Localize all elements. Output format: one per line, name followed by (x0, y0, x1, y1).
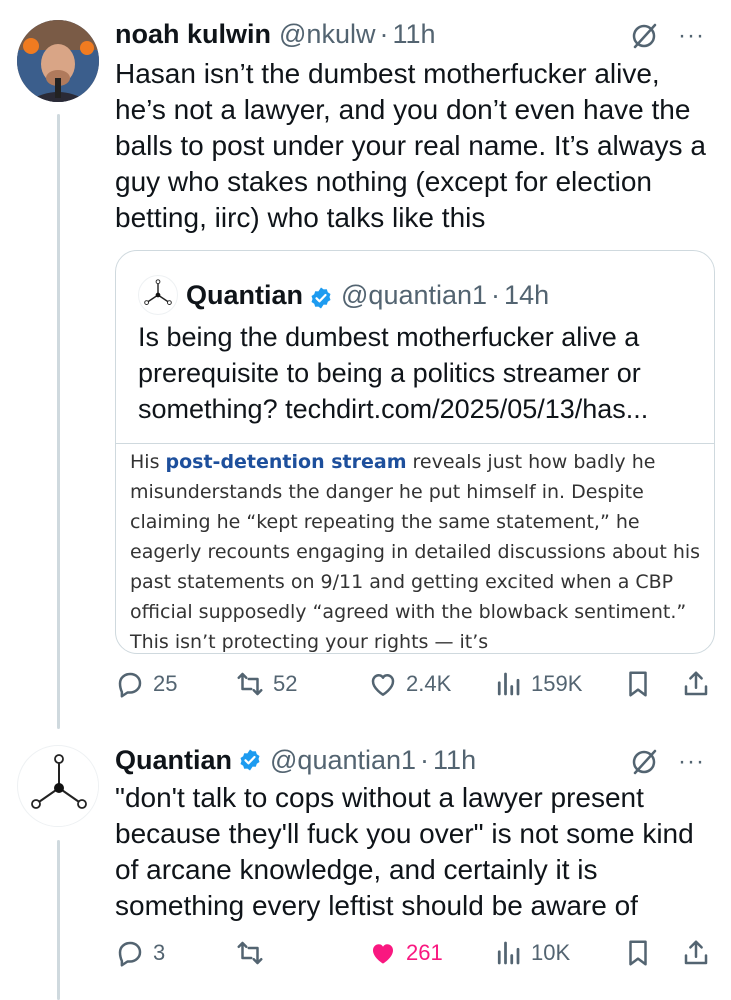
quote-header: Quantian @quantian1 · 14h (138, 275, 549, 315)
repost-count: 52 (273, 671, 298, 696)
author-name[interactable]: Quantian (115, 744, 232, 776)
reply-count: 3 (153, 940, 166, 965)
repost-button[interactable] (235, 933, 265, 973)
views-count: 10K (531, 940, 571, 965)
repost-icon (237, 672, 263, 696)
separator-dot: · (379, 19, 389, 49)
like-icon (371, 674, 395, 696)
quote-text: Is being the dumbest motherfucker alive … (138, 322, 649, 424)
article-text: reveals just how badly he misunderstands… (130, 451, 701, 653)
tweet-text: Hasan isn’t the dumbest motherfucker ali… (115, 58, 706, 233)
article-prefix: His (130, 451, 166, 473)
views-button[interactable]: 159K (493, 664, 582, 704)
thread-line-bottom (57, 840, 60, 1000)
verified-icon (240, 749, 260, 771)
avatar[interactable] (17, 20, 99, 102)
grok-icon[interactable] (630, 22, 658, 50)
repost-icon (237, 941, 263, 965)
like-count: 2.4K (406, 671, 452, 696)
more-icon[interactable]: ··· (678, 750, 705, 774)
quote-author-handle[interactable]: @quantian1 (341, 280, 487, 311)
article-divider (116, 443, 714, 444)
tweet-header: noah kulwin @nkulw · 11h (115, 18, 436, 50)
views-count: 159K (531, 671, 583, 696)
like-icon (373, 944, 393, 964)
avatar-logo (19, 747, 98, 826)
bookmark-icon (629, 671, 647, 697)
views-icon (497, 672, 520, 696)
bookmark-icon (629, 940, 647, 966)
tweet-header: Quantian @quantian1 · 11h (115, 744, 476, 776)
article-excerpt[interactable]: His post-detention stream reveals just h… (130, 447, 705, 653)
author-handle[interactable]: @nkulw (279, 18, 375, 50)
bookmark-button[interactable] (623, 664, 653, 704)
quote-avatar[interactable] (138, 275, 178, 315)
quote-author-name[interactable]: Quantian (186, 280, 303, 311)
reply-icon (118, 672, 142, 698)
avatar-photo (17, 20, 99, 102)
views-button[interactable]: 10K (493, 933, 570, 973)
views-icon (497, 941, 520, 965)
author-handle[interactable]: @quantian1 (270, 744, 416, 776)
reply-button[interactable]: 3 (115, 933, 165, 973)
share-button[interactable] (681, 933, 711, 973)
tweet-text: "don't talk to cops without a lawyer pre… (115, 782, 694, 921)
like-button[interactable]: 261 (368, 933, 443, 973)
share-icon (684, 671, 708, 696)
separator-dot: · (420, 745, 430, 775)
verified-icon (311, 287, 331, 309)
more-icon[interactable]: ··· (678, 24, 705, 48)
share-icon (684, 940, 708, 965)
action-bar: 25 52 2.4K 159K (115, 664, 715, 704)
avatar[interactable] (17, 745, 99, 827)
like-count: 261 (406, 940, 443, 965)
bookmark-button[interactable] (623, 933, 653, 973)
article-link[interactable]: post-detention stream (166, 451, 407, 473)
header-actions: ··· (630, 748, 705, 776)
like-button[interactable]: 2.4K (368, 664, 451, 704)
repost-button[interactable]: 52 (235, 664, 297, 704)
quote-timestamp[interactable]: 14h (504, 280, 549, 311)
reply-button[interactable]: 25 (115, 664, 177, 704)
separator-dot: · (491, 279, 501, 310)
share-button[interactable] (681, 664, 711, 704)
grok-icon[interactable] (630, 748, 658, 776)
thread-line-top (57, 114, 60, 729)
reply-icon (118, 941, 142, 967)
header-actions: ··· (630, 22, 705, 50)
quoted-tweet[interactable]: Quantian @quantian1 · 14h Is being the d… (115, 250, 715, 654)
reply-count: 25 (153, 671, 178, 696)
action-bar: 3 261 10K (115, 933, 715, 973)
author-name[interactable]: noah kulwin (115, 18, 271, 50)
timestamp[interactable]: 11h (392, 18, 435, 50)
timestamp[interactable]: 11h (433, 744, 476, 776)
